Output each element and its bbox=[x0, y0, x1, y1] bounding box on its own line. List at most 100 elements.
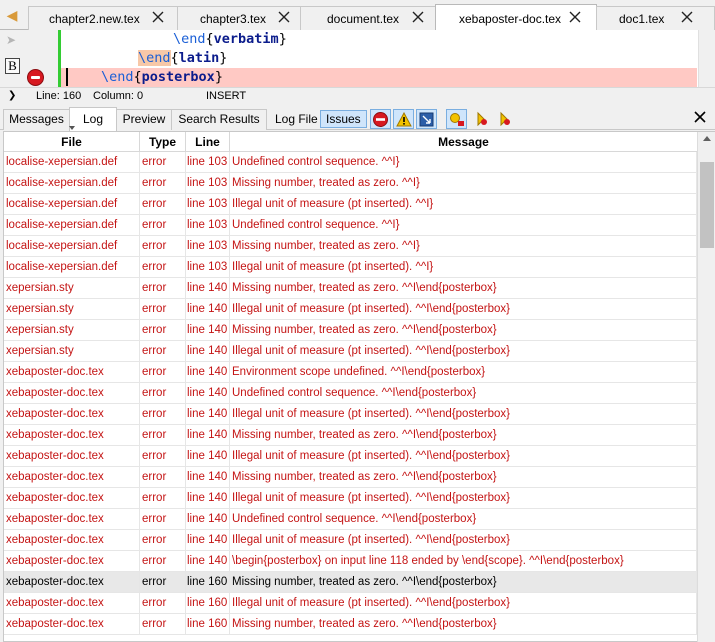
table-row[interactable]: xebaposter-doc.tex error line 140 Undefined… bbox=[4, 509, 697, 530]
error-icon[interactable] bbox=[27, 69, 44, 86]
code-brace: } bbox=[219, 50, 228, 66]
tab-messages[interactable]: Messages bbox=[3, 109, 70, 130]
cell-line: line 140 bbox=[186, 383, 230, 403]
tab-search-results[interactable]: Search Results bbox=[171, 109, 267, 130]
table-row[interactable]: localise-xepersian.def error line 103 Missi… bbox=[4, 236, 697, 257]
issues-button[interactable]: Issues bbox=[320, 110, 367, 128]
table-row[interactable]: xebaposter-doc.tex error line 140 Missing n… bbox=[4, 425, 697, 446]
cell-file: localise-xepersian.def bbox=[4, 236, 140, 256]
table-row[interactable]: localise-xepersian.def error line 103 Illeg… bbox=[4, 257, 697, 278]
cell-line: line 140 bbox=[186, 488, 230, 508]
table-row[interactable]: xebaposter-doc.tex error line 140 Illegal u… bbox=[4, 446, 697, 467]
code-line-current[interactable]: \end{posterbox} bbox=[61, 68, 697, 87]
table-row[interactable]: localise-xepersian.def error line 103 Missi… bbox=[4, 173, 697, 194]
column-header-file[interactable]: File bbox=[4, 132, 140, 152]
scroll-up-icon[interactable] bbox=[703, 136, 711, 141]
cell-message: Missing number, treated as zero. ^^I\end… bbox=[230, 614, 697, 634]
show-warnings-icon[interactable] bbox=[393, 109, 414, 129]
cell-line: line 140 bbox=[186, 278, 230, 298]
tab-doc1[interactable]: doc1.tex bbox=[596, 6, 715, 30]
table-row[interactable]: localise-xepersian.def error line 103 Undef… bbox=[4, 215, 697, 236]
bookmark-icon[interactable]: B bbox=[5, 58, 20, 74]
cell-line: line 140 bbox=[186, 425, 230, 445]
cell-type: error bbox=[140, 152, 186, 172]
cell-type: error bbox=[140, 194, 186, 214]
table-row[interactable]: localise-xepersian.def error line 103 Illeg… bbox=[4, 194, 697, 215]
close-icon[interactable] bbox=[150, 9, 166, 25]
next-issue-icon[interactable] bbox=[492, 109, 513, 129]
table-row[interactable]: xebaposter-doc.tex error line 140 \begin{po… bbox=[4, 551, 697, 572]
table-row[interactable]: xepersian.sty error line 140 Illegal unit o… bbox=[4, 299, 697, 320]
cell-type: error bbox=[140, 278, 186, 298]
table-row[interactable]: xebaposter-doc.tex error line 160 Illegal u… bbox=[4, 593, 697, 614]
close-panel-icon[interactable] bbox=[693, 110, 707, 124]
cell-type: error bbox=[140, 236, 186, 256]
cell-type: error bbox=[140, 341, 186, 361]
chevron-down-icon[interactable]: ❯ bbox=[8, 88, 16, 104]
cell-line: line 140 bbox=[186, 467, 230, 487]
log-file-button[interactable]: Log File bbox=[275, 110, 318, 128]
cell-message: Illegal unit of measure (pt inserted). ^… bbox=[230, 593, 697, 613]
cell-line: line 103 bbox=[186, 257, 230, 277]
table-row[interactable]: xebaposter-doc.tex error line 160 Missing n… bbox=[4, 572, 697, 593]
column-header-type[interactable]: Type bbox=[140, 132, 186, 152]
tab-chapter2-new[interactable]: chapter2.new.tex bbox=[28, 6, 178, 30]
back-arrow-icon[interactable]: ➤ bbox=[6, 34, 20, 46]
table-row[interactable]: xepersian.sty error line 140 Missing number… bbox=[4, 320, 697, 341]
cell-file: localise-xepersian.def bbox=[4, 152, 140, 172]
table-row[interactable]: xebaposter-doc.tex error line 140 Illegal u… bbox=[4, 488, 697, 509]
close-icon[interactable] bbox=[410, 9, 426, 25]
log-scrollbar[interactable] bbox=[697, 132, 715, 642]
code-editor[interactable]: ➤ B \end{verbatim} \end{latin} \end{post… bbox=[0, 30, 715, 87]
cell-message: Missing number, treated as zero. ^^I\end… bbox=[230, 572, 697, 592]
code-brace: } bbox=[278, 31, 287, 47]
cell-line: line 140 bbox=[186, 404, 230, 424]
editor-gutter[interactable]: ➤ B bbox=[0, 30, 58, 87]
show-errors-icon[interactable] bbox=[370, 109, 391, 129]
cell-message: Missing number, treated as zero. ^^I\end… bbox=[230, 278, 697, 298]
cell-type: error bbox=[140, 509, 186, 529]
table-row[interactable]: localise-xepersian.def error line 103 Undef… bbox=[4, 152, 697, 173]
tab-chapter3[interactable]: chapter3.tex bbox=[177, 6, 301, 30]
cell-message: Missing number, treated as zero. ^^I\end… bbox=[230, 467, 697, 487]
tab-preview[interactable]: Preview bbox=[116, 109, 172, 130]
table-row[interactable]: xepersian.sty error line 140 Missing number… bbox=[4, 278, 697, 299]
scrollbar-thumb[interactable] bbox=[700, 162, 714, 248]
column-header-line[interactable]: Line bbox=[186, 132, 230, 152]
cell-line: line 140 bbox=[186, 362, 230, 382]
table-row[interactable]: xebaposter-doc.tex error line 140 Illegal u… bbox=[4, 530, 697, 551]
table-row[interactable]: xepersian.sty error line 140 Illegal unit o… bbox=[4, 341, 697, 362]
table-row[interactable]: xebaposter-doc.tex error line 140 Environme… bbox=[4, 362, 697, 383]
cell-message: Illegal unit of measure (pt inserted). ^… bbox=[230, 194, 697, 214]
editor-scrollbar[interactable] bbox=[698, 30, 715, 87]
cell-file: xebaposter-doc.tex bbox=[4, 362, 140, 382]
close-icon[interactable] bbox=[276, 9, 292, 25]
table-row[interactable]: xebaposter-doc.tex error line 140 Missing n… bbox=[4, 467, 697, 488]
tab-scroll-left-icon[interactable]: ◀ bbox=[3, 6, 21, 24]
cell-type: error bbox=[140, 425, 186, 445]
code-line[interactable]: \end{verbatim} bbox=[61, 30, 697, 49]
cell-message: Missing number, treated as zero. ^^I\end… bbox=[230, 425, 697, 445]
cell-type: error bbox=[140, 530, 186, 550]
column-header-message[interactable]: Message bbox=[230, 132, 697, 152]
close-icon[interactable] bbox=[567, 9, 583, 25]
cell-message: \begin{posterbox} on input line 118 ende… bbox=[230, 551, 697, 571]
output-panel-toolbar: Messages Log Preview Search Results Log … bbox=[0, 104, 715, 131]
table-row[interactable]: xebaposter-doc.tex error line 160 Missing n… bbox=[4, 614, 697, 635]
table-row[interactable]: xebaposter-doc.tex error line 140 Illegal u… bbox=[4, 404, 697, 425]
show-badboxes-icon[interactable] bbox=[416, 109, 437, 129]
cell-message: Illegal unit of measure (pt inserted). ^… bbox=[230, 446, 697, 466]
cell-file: xebaposter-doc.tex bbox=[4, 467, 140, 487]
code-line[interactable]: \end{latin} bbox=[61, 49, 697, 68]
tab-xebaposter-doc[interactable]: xebaposter-doc.tex bbox=[435, 4, 597, 31]
previous-issue-icon[interactable] bbox=[469, 109, 490, 129]
editor-status-bar: ❯ Line: 160 Column: 0 INSERT bbox=[0, 87, 715, 104]
tab-log[interactable]: Log bbox=[69, 107, 117, 131]
cell-file: xebaposter-doc.tex bbox=[4, 614, 140, 634]
cell-file: xepersian.sty bbox=[4, 320, 140, 340]
tab-document[interactable]: document.tex bbox=[300, 6, 436, 30]
close-icon[interactable] bbox=[679, 9, 695, 25]
table-row[interactable]: xebaposter-doc.tex error line 140 Undefined… bbox=[4, 383, 697, 404]
filter-log-icon[interactable] bbox=[446, 109, 467, 129]
tab-label: document.tex bbox=[327, 12, 400, 26]
